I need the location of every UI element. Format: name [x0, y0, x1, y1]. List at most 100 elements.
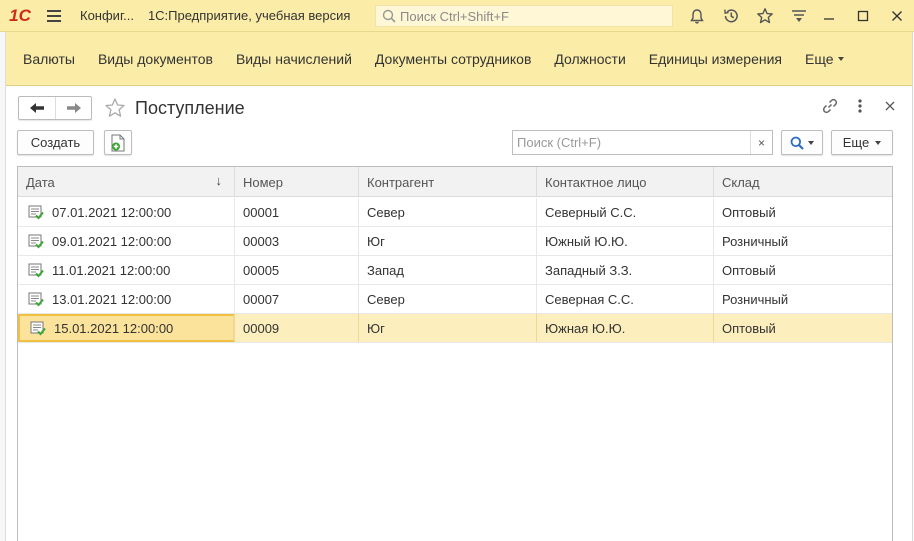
cell-date[interactable]: 15.01.2021 12:00:00 [18, 314, 235, 342]
cell-text: Северный С.С. [545, 204, 637, 220]
cell-text: 07.01.2021 12:00:00 [52, 204, 172, 220]
column-header-label: Номер [243, 174, 284, 190]
list-form: Поступление Создать Поиск (Ctrl+F) × Еще [6, 86, 912, 541]
cell-contact[interactable]: Северный С.С. [537, 198, 714, 226]
cell-counterparty[interactable]: Север [359, 285, 537, 313]
section-positions[interactable]: Должности [554, 51, 625, 67]
global-search-input[interactable]: Поиск Ctrl+Shift+F [375, 5, 673, 27]
bell-icon[interactable] [680, 0, 714, 32]
back-button[interactable] [19, 97, 55, 119]
list-search-input[interactable]: Поиск (Ctrl+F) × [512, 130, 773, 155]
table-row[interactable]: 15.01.2021 12:00:00 00009 Юг Южная Ю.Ю. Опто… [18, 314, 892, 343]
cell-text: Юг [367, 233, 385, 249]
cell-contact[interactable]: Западный З.З. [537, 256, 714, 284]
app-logo[interactable]: 1С [0, 0, 40, 32]
chevron-down-icon [837, 56, 844, 61]
section-employee-documents[interactable]: Документы сотрудников [375, 51, 532, 67]
cell-text: 00001 [243, 204, 280, 220]
more-vertical-icon[interactable] [852, 97, 868, 115]
section-units[interactable]: Единицы измерения [649, 51, 782, 67]
form-title: Поступление [135, 97, 245, 118]
forward-button[interactable] [55, 97, 91, 119]
cell-number[interactable]: 00005 [235, 256, 359, 284]
table-header: Дата ↓ Номер Контрагент Контактное лицо … [18, 167, 892, 197]
history-icon[interactable] [714, 0, 748, 32]
cell-warehouse[interactable]: Оптовый [714, 198, 892, 226]
table-row[interactable]: 11.01.2021 12:00:00 00005 Запад Западный З.… [18, 256, 892, 285]
cell-text: Оптовый [722, 204, 776, 220]
cell-text: Оптовый [722, 320, 776, 336]
cell-text: Южный Ю.Ю. [545, 233, 628, 249]
window-controls [812, 0, 914, 32]
create-button[interactable]: Создать [17, 130, 94, 155]
sections-more-button[interactable]: Еще [805, 51, 844, 67]
cell-date[interactable]: 09.01.2021 12:00:00 [18, 227, 235, 255]
sections-panel: Валюты Виды документов Виды начислений Д… [6, 32, 912, 86]
favorites-star-icon[interactable] [748, 0, 782, 32]
posted-document-icon [28, 292, 44, 307]
cell-warehouse[interactable]: Оптовый [714, 256, 892, 284]
cell-text: 00005 [243, 262, 280, 278]
close-form-icon[interactable] [882, 97, 898, 115]
cell-number[interactable]: 00009 [235, 314, 359, 342]
section-document-types[interactable]: Виды документов [98, 51, 213, 67]
cell-counterparty[interactable]: Север [359, 198, 537, 226]
column-header-contact[interactable]: Контактное лицо [537, 167, 714, 197]
table-row[interactable]: 13.01.2021 12:00:00 00007 Север Северная С.… [18, 285, 892, 314]
cell-date[interactable]: 07.01.2021 12:00:00 [18, 198, 235, 226]
cell-text: 13.01.2021 12:00:00 [52, 291, 172, 307]
column-header-label: Дата [26, 174, 55, 190]
posted-document-icon [28, 234, 44, 249]
cell-contact[interactable]: Южная Ю.Ю. [537, 314, 714, 342]
search-options-button[interactable] [781, 130, 823, 155]
create-based-on-button[interactable] [104, 130, 132, 155]
config-name: Конфиг... [80, 8, 134, 23]
search-icon [382, 9, 396, 23]
cell-text: 00007 [243, 291, 280, 307]
favorite-star-icon[interactable] [104, 97, 126, 119]
cell-text: Север [367, 291, 405, 307]
column-header-label: Контактное лицо [545, 174, 647, 190]
cell-number[interactable]: 00003 [235, 227, 359, 255]
cell-counterparty[interactable]: Юг [359, 227, 537, 255]
cell-text: Розничный [722, 233, 789, 249]
cell-text: Север [367, 204, 405, 220]
column-header-warehouse[interactable]: Склад [714, 167, 892, 197]
sort-down-icon: ↓ [215, 173, 223, 188]
cell-number[interactable]: 00001 [235, 198, 359, 226]
cell-number[interactable]: 00007 [235, 285, 359, 313]
column-header-date[interactable]: Дата ↓ [18, 167, 235, 197]
clear-search-button[interactable]: × [750, 131, 772, 154]
close-window-icon[interactable] [880, 0, 914, 32]
section-accrual-types[interactable]: Виды начислений [236, 51, 352, 67]
table-row[interactable]: 07.01.2021 12:00:00 00001 Север Северный С.… [18, 198, 892, 227]
cell-contact[interactable]: Северная С.С. [537, 285, 714, 313]
titlebar-tools [680, 0, 816, 32]
more-actions-button[interactable]: Еще [831, 130, 893, 155]
maximize-icon[interactable] [846, 0, 880, 32]
cell-contact[interactable]: Южный Ю.Ю. [537, 227, 714, 255]
cell-date[interactable]: 13.01.2021 12:00:00 [18, 285, 235, 313]
link-icon[interactable] [822, 97, 838, 115]
documents-table: Дата ↓ Номер Контрагент Контактное лицо … [17, 166, 893, 541]
minimize-icon[interactable] [812, 0, 846, 32]
cell-counterparty[interactable]: Юг [359, 314, 537, 342]
section-currencies[interactable]: Валюты [23, 51, 75, 67]
cell-text: 15.01.2021 12:00:00 [54, 320, 174, 336]
cell-warehouse[interactable]: Розничный [714, 227, 892, 255]
cell-counterparty[interactable]: Запад [359, 256, 537, 284]
table-row[interactable]: 09.01.2021 12:00:00 00003 Юг Южный Ю.Ю. Розн… [18, 227, 892, 256]
cell-warehouse[interactable]: Оптовый [714, 314, 892, 342]
column-header-counterparty[interactable]: Контрагент [359, 167, 537, 197]
cell-warehouse[interactable]: Розничный [714, 285, 892, 313]
cell-date[interactable]: 11.01.2021 12:00:00 [18, 256, 235, 284]
form-header: Поступление [18, 95, 245, 121]
chevron-down-icon [808, 140, 814, 145]
main-menu-icon[interactable] [40, 0, 68, 32]
column-header-label: Склад [722, 174, 760, 190]
cell-text: Розничный [722, 291, 789, 307]
form-header-actions [822, 97, 898, 115]
column-header-label: Контрагент [367, 174, 435, 190]
settings-menu-icon[interactable] [782, 0, 816, 32]
column-header-number[interactable]: Номер [235, 167, 359, 197]
